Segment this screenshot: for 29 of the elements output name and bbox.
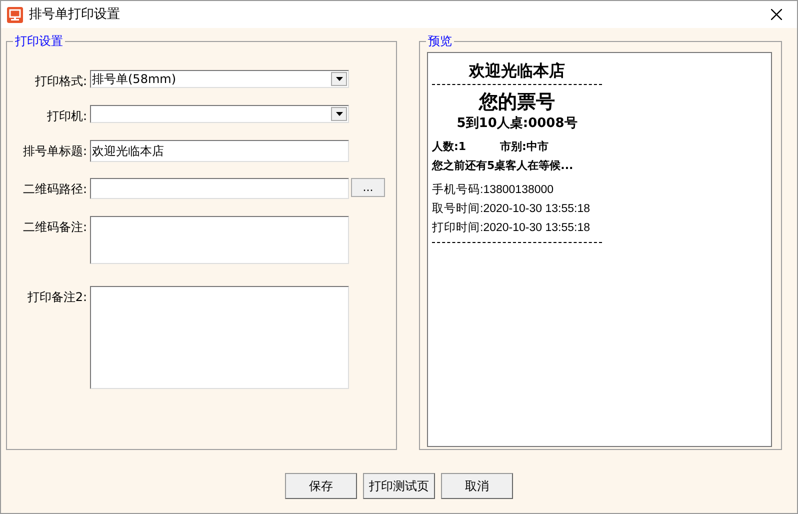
dialog-button[interactable]: 保存 xyxy=(285,473,357,499)
preview-title: 欢迎光临本店 xyxy=(468,60,566,81)
field-label: 打印格式: xyxy=(34,73,87,90)
input-field[interactable] xyxy=(90,178,349,199)
field-label: 排号单标题: xyxy=(22,143,87,160)
field-label: 二维码路径: xyxy=(22,181,87,198)
dropdown[interactable]: 排号单(58mm) xyxy=(90,70,349,88)
field-label: 二维码备注: xyxy=(22,219,87,236)
browse-button[interactable]: ... xyxy=(351,178,385,197)
window-title: 排号单打印设置 xyxy=(29,6,120,24)
group-label: 预览 xyxy=(427,33,453,50)
field-label: 打印备注2: xyxy=(26,289,87,306)
ticket-info: 手机号码:13800138000 xyxy=(432,182,555,198)
input-field[interactable]: 欢迎光临本店 xyxy=(90,140,349,162)
close-icon xyxy=(770,9,782,20)
text-area[interactable] xyxy=(90,216,349,264)
dialog-button[interactable]: 打印测试页 xyxy=(363,473,435,499)
group-label: 打印设置 xyxy=(14,33,64,50)
ticket-info: 打印时间:2020-10-30 13:55:18 xyxy=(432,220,591,236)
ticket-info: 取号时间:2020-10-30 13:55:18 xyxy=(432,202,591,217)
ticket-heading: 您的票号 xyxy=(478,90,556,114)
dialog-button[interactable]: 取消 xyxy=(441,473,513,499)
meal-period: 市别:中市 xyxy=(500,138,548,155)
app-icon xyxy=(7,6,23,22)
waiting-notice: 您之前还有5桌客人在等候... xyxy=(432,158,574,174)
ticket-number: 5到10人桌:0008号 xyxy=(456,115,578,133)
party-size: 人数:1 xyxy=(432,138,468,155)
dropdown[interactable] xyxy=(90,105,349,123)
field-label: 打印机: xyxy=(46,108,87,125)
